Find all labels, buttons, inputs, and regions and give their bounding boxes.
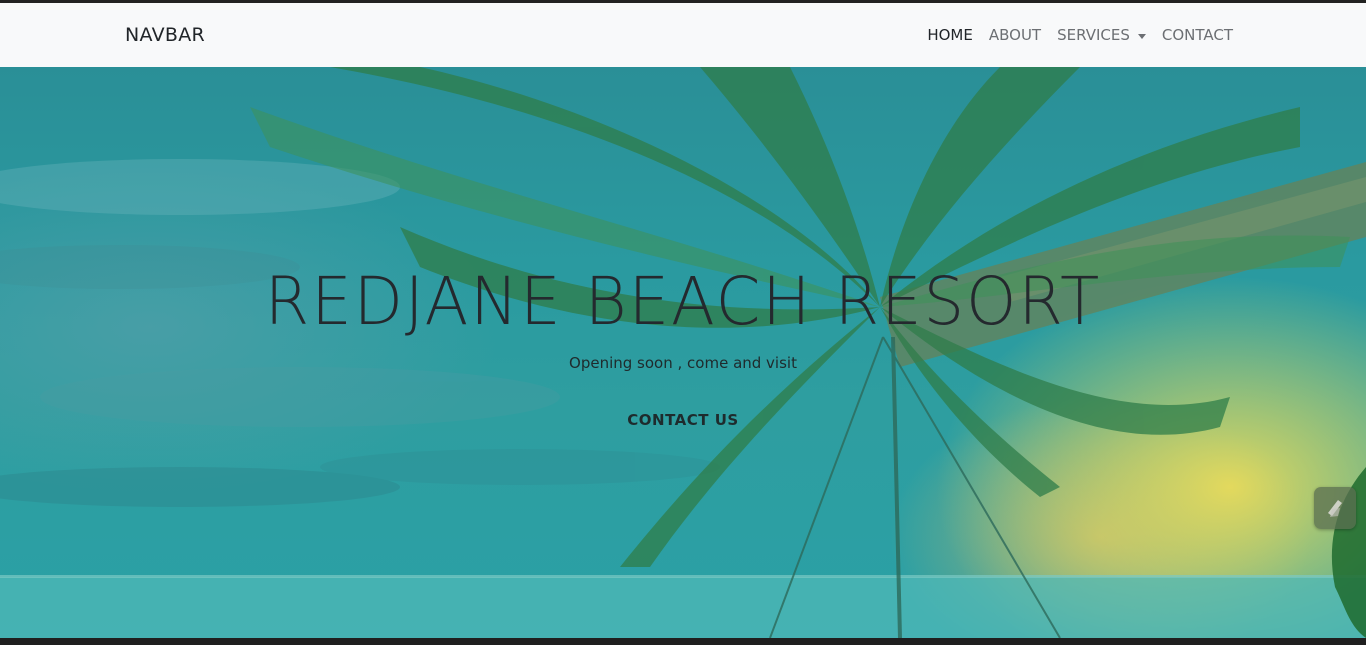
hero-subtitle: Opening soon , come and visit [569,354,797,372]
navbar: NAVBAR HOME ABOUT SERVICES CONTACT [0,3,1366,67]
hero-title: REDJANE BEACH RESORT [264,263,1102,340]
caret-down-icon [1137,33,1146,39]
hero-content: REDJANE BEACH RESORT Opening soon , come… [0,67,1366,638]
nav-link-about[interactable]: ABOUT [981,26,1049,44]
hero-section: REDJANE BEACH RESORT Opening soon , come… [0,67,1366,638]
nav-link-services-label: SERVICES [1057,26,1130,44]
nav-link-contact[interactable]: CONTACT [1154,26,1241,44]
extension-icon [1328,500,1342,517]
contact-us-button[interactable]: CONTACT US [583,405,783,435]
extension-widget[interactable] [1314,487,1356,529]
nav-link-home[interactable]: HOME [919,26,981,44]
nav-link-services[interactable]: SERVICES [1049,26,1154,44]
navbar-brand[interactable]: NAVBAR [125,24,205,46]
nav-links: HOME ABOUT SERVICES CONTACT [919,26,1241,44]
taskbar-edge [0,638,1366,645]
